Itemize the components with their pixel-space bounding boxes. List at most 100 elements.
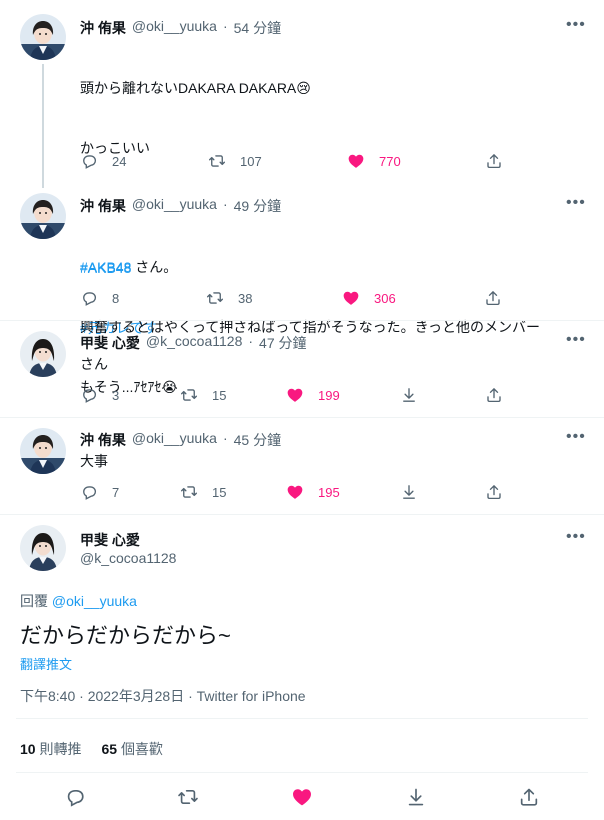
reply-to-link[interactable]: @oki__yuuka [52, 593, 137, 609]
tweet-time[interactable]: 54 分鐘 [234, 18, 281, 38]
reply-icon[interactable] [80, 289, 98, 307]
heart-icon[interactable] [286, 483, 304, 501]
reply-action[interactable]: 7 [80, 483, 119, 501]
author-handle[interactable]: @k_cocoa1128 [146, 333, 242, 353]
heart-icon[interactable] [342, 289, 360, 307]
text-span: さん。 [131, 259, 178, 275]
share-action[interactable] [485, 483, 503, 501]
share-action[interactable] [485, 386, 503, 404]
like-count: 199 [318, 387, 340, 403]
reply-icon[interactable] [64, 786, 86, 808]
retweet-action[interactable]: 15 [180, 386, 226, 404]
retweet-count: 15 [212, 484, 227, 500]
author-handle[interactable]: @oki__yuuka [132, 430, 217, 450]
translate-link[interactable]: 翻譯推文 [20, 654, 72, 673]
retweet-icon[interactable] [177, 786, 199, 808]
author-handle[interactable]: @oki__yuuka [132, 18, 217, 38]
share-icon[interactable] [518, 786, 540, 808]
retweet-icon[interactable] [208, 152, 226, 170]
tweet-time[interactable]: 47 分鐘 [259, 333, 306, 353]
like-action[interactable]: 199 [286, 386, 340, 404]
like-count: 306 [374, 290, 396, 306]
heart-icon[interactable] [286, 386, 304, 404]
retweet-stat-label: 則轉推 [39, 741, 82, 757]
hashtag-link[interactable]: #AKB48 [80, 259, 131, 275]
unfollow-action[interactable] [400, 483, 418, 501]
retweet-count: 38 [238, 290, 253, 306]
reply-count: 7 [112, 484, 120, 500]
avatar[interactable] [20, 331, 66, 377]
more-options-icon[interactable]: ••• [566, 331, 586, 349]
more-options-icon[interactable]: ••• [566, 194, 586, 212]
avatar[interactable] [20, 525, 66, 571]
reply-prefix: 回覆 [20, 593, 48, 609]
tweet-time[interactable]: 45 分鐘 [234, 430, 281, 450]
more-options-icon[interactable]: ••• [566, 528, 586, 546]
like-total: 65 [101, 741, 118, 757]
text-line: 頭から離れないDAKARA DAKARA [80, 80, 297, 96]
like-action[interactable]: 195 [286, 483, 340, 501]
reply-action[interactable]: 24 [80, 152, 126, 170]
author-name[interactable]: 甲斐 心愛 [80, 333, 140, 353]
tweet-text: 大事 [80, 453, 108, 469]
reply-count: 24 [112, 153, 127, 169]
tweet-timestamp[interactable]: 下午8:40 · 2022年3月28日 · Twitter for iPhone [20, 686, 306, 706]
unfollow-action[interactable] [400, 386, 418, 404]
like-action[interactable]: 306 [342, 289, 396, 307]
reply-action[interactable]: 8 [80, 289, 119, 307]
author-name[interactable]: 沖 侑果 [80, 18, 126, 38]
tweet-text: #AKB48 さん。 興奮するとはやくって押さねばって指がそうなった。きっと他の… [80, 217, 585, 437]
retweet-icon[interactable] [206, 289, 224, 307]
reply-icon[interactable] [80, 483, 98, 501]
heart-icon[interactable] [291, 786, 313, 808]
share-icon[interactable] [485, 386, 503, 404]
author-handle[interactable]: @oki__yuuka [132, 196, 217, 216]
like-stat[interactable]: 65 個喜歡 [101, 739, 162, 759]
retweet-icon[interactable] [180, 386, 198, 404]
retweet-action[interactable]: 107 [208, 152, 262, 170]
retweet-action[interactable]: 15 [180, 483, 226, 501]
thread-line [42, 64, 44, 188]
divider [0, 417, 604, 418]
emoji: 😢 [296, 80, 311, 96]
heart-icon[interactable] [347, 152, 365, 170]
text-line: かっこいい [80, 140, 150, 156]
retweet-count: 107 [240, 153, 262, 169]
retweet-action[interactable]: 38 [206, 289, 252, 307]
like-count: 770 [379, 153, 401, 169]
share-icon[interactable] [484, 289, 502, 307]
reply-action[interactable]: 3 [80, 386, 119, 404]
author-name[interactable]: 沖 侑果 [80, 196, 126, 216]
retweet-stat[interactable]: 10 則轉推 [20, 739, 81, 759]
reply-count: 3 [112, 387, 120, 403]
reply-count: 8 [112, 290, 120, 306]
avatar[interactable] [20, 428, 66, 474]
avatar[interactable] [20, 14, 66, 60]
author-name[interactable]: 甲斐 心愛 [80, 530, 140, 550]
reply-icon[interactable] [80, 152, 98, 170]
download-arrow-icon[interactable] [400, 483, 418, 501]
like-stat-label: 個喜歡 [120, 741, 163, 757]
divider [16, 718, 588, 719]
share-action[interactable] [484, 289, 502, 307]
share-icon[interactable] [485, 152, 503, 170]
like-action[interactable]: 770 [347, 152, 401, 170]
author-handle[interactable]: @k_cocoa1128 [80, 550, 176, 566]
share-icon[interactable] [485, 483, 503, 501]
share-action[interactable] [485, 152, 503, 170]
tweet-text: だからだからだから~ [20, 623, 231, 648]
tweet-text: さん [80, 356, 108, 372]
divider [0, 320, 604, 321]
retweet-icon[interactable] [180, 483, 198, 501]
retweet-count: 15 [212, 387, 227, 403]
divider [16, 772, 588, 773]
download-arrow-icon[interactable] [405, 786, 427, 808]
download-arrow-icon[interactable] [400, 386, 418, 404]
reply-icon[interactable] [80, 386, 98, 404]
tweet-time[interactable]: 49 分鐘 [234, 196, 281, 216]
author-name[interactable]: 沖 侑果 [80, 430, 126, 450]
avatar[interactable] [20, 193, 66, 239]
more-options-icon[interactable]: ••• [566, 16, 586, 34]
reply-context: 回覆 @oki__yuuka [20, 591, 137, 611]
more-options-icon[interactable]: ••• [566, 428, 586, 446]
